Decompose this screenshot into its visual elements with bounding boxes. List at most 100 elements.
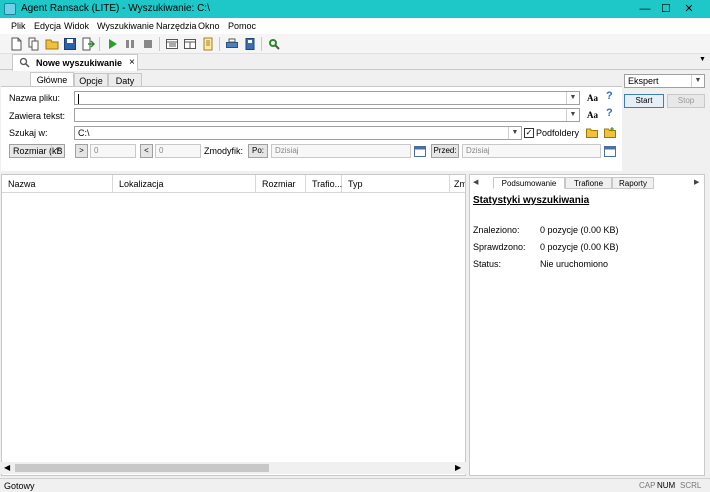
summary-heading: Statystyki wyszukiwania: [473, 195, 590, 206]
stop-button[interactable]: Stop: [667, 94, 705, 108]
browse-folder-icon[interactable]: [586, 127, 598, 138]
chevron-down-icon[interactable]: ▼: [51, 145, 64, 157]
case-sensitive-icon[interactable]: Aa: [587, 110, 598, 120]
toolbar-separator: [159, 37, 160, 51]
mode-select[interactable]: Ekspert ▼: [624, 74, 705, 88]
after-button[interactable]: Po:: [248, 144, 268, 158]
print-icon[interactable]: [225, 37, 239, 51]
column-header-size[interactable]: Rozmiar: [256, 175, 306, 193]
found-label: Znaleziono:: [473, 225, 520, 235]
status-label: Status:: [473, 259, 502, 269]
window-title: Agent Ransack (LITE) - Wyszukiwanie: C:\: [21, 3, 210, 14]
max-size-input[interactable]: 0: [155, 144, 201, 158]
chevron-down-icon[interactable]: ▼: [508, 127, 521, 139]
menu-wyszukiwanie[interactable]: Wyszukiwanie: [97, 21, 154, 31]
menu-narzedzia[interactable]: Narzędzia: [156, 21, 197, 31]
results-list[interactable]: Nazwa Lokalizacja Rozmiar Trafio... Typ …: [1, 174, 466, 476]
tab-reports[interactable]: Raporty: [612, 177, 654, 189]
caps-lock-indicator: CAP: [639, 481, 656, 490]
checked-label: Sprawdzono:: [473, 242, 526, 252]
summary-panel: ◀ Podsumowanie Trafione Raporty ▶ Statys…: [469, 174, 705, 476]
menu-pomoc[interactable]: Pomoc: [228, 21, 256, 31]
layout-icon[interactable]: [165, 37, 179, 51]
menu-plik[interactable]: Plik: [11, 21, 26, 31]
modified-label: Zmodyfik:: [204, 146, 244, 156]
num-lock-indicator: NUM: [657, 481, 676, 490]
subfolders-checkbox[interactable]: ✓: [524, 128, 534, 138]
search-icon: [19, 57, 30, 68]
save-icon[interactable]: [63, 37, 77, 51]
found-value: 0 pozycje (0.00 KB): [540, 225, 619, 235]
column-header-type[interactable]: Typ: [342, 175, 450, 193]
tab-label: Nowe wyszukiwanie: [36, 58, 123, 68]
column-header-modified[interactable]: Zm: [450, 175, 465, 193]
scroll-right-icon[interactable]: ▶: [455, 463, 461, 472]
before-button[interactable]: Przed:: [431, 144, 459, 158]
toolbar-separator: [99, 37, 100, 51]
toolbar: [0, 34, 710, 54]
tab-hits[interactable]: Trafione: [565, 177, 612, 189]
toolbar-separator: [219, 37, 220, 51]
app-icon: [4, 3, 16, 15]
status-text: Gotowy: [4, 481, 35, 491]
chevron-down-icon[interactable]: ▼: [566, 109, 579, 121]
tab-scroll-left-icon[interactable]: ◀: [473, 178, 478, 186]
status-value: Nie uruchomiono: [540, 259, 609, 269]
export-icon[interactable]: [81, 37, 95, 51]
document-tab-strip: Nowe wyszukiwanie × ▼: [0, 54, 710, 71]
notes-icon[interactable]: [201, 37, 215, 51]
toolbar-separator: [261, 37, 262, 51]
title-bar: Agent Ransack (LITE) - Wyszukiwanie: C:\…: [0, 0, 710, 18]
contains-text-label: Zawiera tekst:: [9, 111, 66, 121]
close-button[interactable]: ✕: [668, 0, 710, 18]
calendar-icon[interactable]: [604, 145, 616, 157]
size-select[interactable]: Rozmiar (kB ▼: [9, 144, 65, 158]
greater-than-button[interactable]: >: [75, 144, 88, 158]
look-in-input[interactable]: C:\ ▼: [74, 126, 522, 140]
start-button[interactable]: Start: [624, 94, 664, 108]
tools-icon[interactable]: [267, 37, 281, 51]
tab-close-icon[interactable]: ×: [129, 57, 135, 68]
pause-icon[interactable]: [123, 37, 137, 51]
filename-input[interactable]: ▼: [74, 91, 580, 105]
chevron-down-icon[interactable]: ▼: [566, 92, 579, 104]
tab-list-dropdown-icon[interactable]: ▼: [699, 56, 706, 63]
help-icon[interactable]: ?: [606, 107, 613, 119]
play-icon[interactable]: [105, 37, 119, 51]
min-size-input[interactable]: 0: [90, 144, 136, 158]
add-folder-icon[interactable]: [604, 127, 616, 138]
scroll-lock-indicator: SCRL: [680, 481, 702, 490]
subfolders-label: Podfoldery: [536, 128, 580, 138]
scroll-thumb[interactable]: [15, 464, 269, 472]
new-file-icon[interactable]: [9, 37, 23, 51]
checked-value: 0 pozycje (0.00 KB): [540, 242, 619, 252]
tab-new-search[interactable]: Nowe wyszukiwanie ×: [12, 54, 138, 71]
window-icon[interactable]: [183, 37, 197, 51]
column-header-hits[interactable]: Trafio...: [306, 175, 342, 193]
before-date-input[interactable]: Dzisiaj: [462, 144, 601, 158]
chevron-down-icon[interactable]: ▼: [691, 75, 704, 87]
help-icon[interactable]: ?: [606, 90, 613, 102]
horizontal-scrollbar[interactable]: ◀ ▶: [1, 462, 466, 474]
case-sensitive-icon[interactable]: Aa: [587, 93, 598, 103]
after-date-input[interactable]: Dzisiaj: [271, 144, 411, 158]
menu-okno[interactable]: Okno: [198, 21, 220, 31]
menu-widok[interactable]: Widok: [64, 21, 89, 31]
copy-file-icon[interactable]: [27, 37, 41, 51]
less-than-button[interactable]: <: [140, 144, 153, 158]
status-bar: Gotowy CAP NUM SCRL: [0, 478, 710, 492]
scroll-left-icon[interactable]: ◀: [4, 463, 10, 472]
menu-bar: Plik Edycja Widok Wyszukiwanie Narzędzia…: [0, 18, 710, 34]
contains-text-input[interactable]: ▼: [74, 108, 580, 122]
tab-summary[interactable]: Podsumowanie: [493, 177, 565, 189]
tab-scroll-right-icon[interactable]: ▶: [694, 178, 699, 186]
column-header-location[interactable]: Lokalizacja: [113, 175, 256, 193]
menu-edycja[interactable]: Edycja: [34, 21, 61, 31]
look-in-label: Szukaj w:: [9, 128, 48, 138]
column-header-name[interactable]: Nazwa: [2, 175, 113, 193]
book-icon[interactable]: [243, 37, 257, 51]
stop-icon[interactable]: [141, 37, 155, 51]
filename-label: Nazwa pliku:: [9, 93, 61, 103]
calendar-icon[interactable]: [414, 145, 426, 157]
open-folder-icon[interactable]: [45, 37, 59, 51]
